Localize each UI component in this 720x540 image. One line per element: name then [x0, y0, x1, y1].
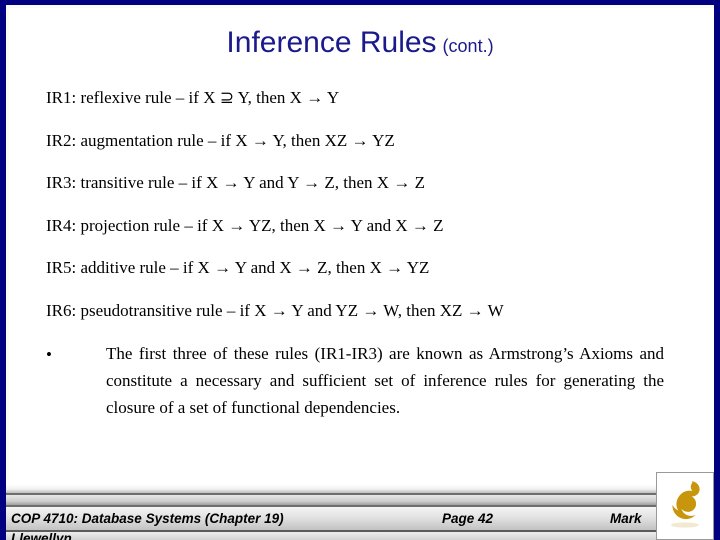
footer-page-number: Page 42	[442, 511, 494, 526]
page-title: Inference Rules (cont.)	[0, 26, 720, 60]
rule-item-ir2: IR2: augmentation rule – if X → Y, then …	[46, 130, 395, 150]
inference-rules-list: IR1: reflexive rule – if X ⊇ Y, then X →…	[46, 88, 686, 343]
footer-band-upper	[6, 484, 714, 493]
rule-item-ir5: IR5: additive rule – if X → Y and X → Z,…	[46, 258, 430, 277]
bullet-marker-icon: •	[46, 345, 52, 364]
page-title-main: Inference Rules	[226, 26, 437, 59]
rule-item-ir4: IR4: projection rule – if X → YZ, then X…	[46, 215, 444, 235]
page-title-suffix: (cont.)	[442, 36, 494, 56]
footer-course-label: COP 4710: Database Systems (Chapter 19)	[11, 511, 284, 526]
slide-border-right	[714, 0, 720, 540]
summary-bullet-text: The first three of these rules (IR1-IR3)…	[106, 344, 664, 417]
rule-item-ir6: IR6: pseudotransitive rule – if X → Y an…	[46, 300, 504, 320]
rule-item-ir3: IR3: transitive rule – if X → Y and Y → …	[46, 173, 425, 192]
footer-author-name-overflow: Llewellyn	[11, 531, 72, 540]
footer-band-middle	[6, 495, 714, 505]
rule-item-ir1: IR1: reflexive rule – if X ⊇ Y, then X →…	[46, 88, 340, 107]
ucf-pegasus-logo	[656, 472, 714, 540]
slide-canvas: Inference Rules (cont.) IR1: reflexive ru…	[0, 0, 720, 540]
slide-inner-highlight-top	[6, 5, 714, 8]
footer-band-lower	[6, 532, 714, 540]
summary-bullet: • The first three of these rules (IR1-IR…	[46, 340, 664, 421]
footer-author-name: Mark	[610, 511, 642, 526]
slide-inner-highlight-left	[6, 5, 9, 480]
slide-footer: COP 4710: Database Systems (Chapter 19) …	[0, 472, 720, 540]
